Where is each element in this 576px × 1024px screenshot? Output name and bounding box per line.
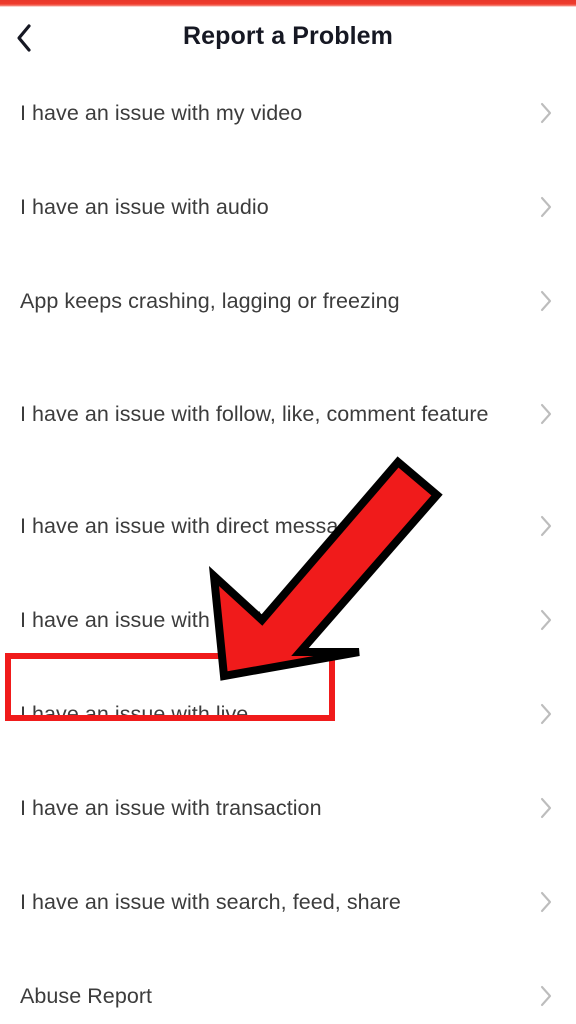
list-item-live[interactable]: I have an issue with live xyxy=(0,667,576,761)
list-item-label: App keeps crashing, lagging or freezing xyxy=(20,289,400,313)
list-item-notification[interactable]: I have an issue with notification xyxy=(0,573,576,667)
page-title: Report a Problem xyxy=(183,22,393,50)
problem-list: I have an issue with my video I have an … xyxy=(0,66,576,1024)
page-header: Report a Problem xyxy=(0,7,576,66)
list-item-label: I have an issue with live xyxy=(20,702,249,726)
chevron-right-icon xyxy=(538,701,554,727)
chevron-right-icon xyxy=(538,889,554,915)
list-item-app-crashing[interactable]: App keeps crashing, lagging or freezing xyxy=(0,254,576,348)
list-item-label: Abuse Report xyxy=(20,984,153,1008)
chevron-right-icon xyxy=(538,795,554,821)
status-bar-strip xyxy=(0,0,576,7)
chevron-right-icon xyxy=(538,513,554,539)
chevron-right-icon xyxy=(538,288,554,314)
chevron-right-icon xyxy=(538,983,554,1009)
list-item-label: I have an issue with direct message xyxy=(20,514,363,538)
list-item-direct-message[interactable]: I have an issue with direct message xyxy=(0,479,576,573)
list-item-label: I have an issue with audio xyxy=(20,195,269,219)
report-a-problem-screen: Report a Problem I have an issue with my… xyxy=(0,0,576,1024)
list-item-my-video[interactable]: I have an issue with my video xyxy=(0,66,576,160)
list-item-label: I have an issue with follow, like, comme… xyxy=(20,401,489,426)
chevron-right-icon xyxy=(538,401,554,427)
chevron-right-icon xyxy=(538,607,554,633)
chevron-right-icon xyxy=(538,194,554,220)
list-item-audio[interactable]: I have an issue with audio xyxy=(0,160,576,254)
list-item-follow-like-comment[interactable]: I have an issue with follow, like, comme… xyxy=(0,348,576,479)
list-item-abuse-report[interactable]: Abuse Report xyxy=(0,949,576,1024)
list-item-label: I have an issue with transaction xyxy=(20,796,322,820)
list-item-label: I have an issue with notification xyxy=(20,608,320,632)
list-item-search-feed-share[interactable]: I have an issue with search, feed, share xyxy=(0,855,576,949)
chevron-right-icon xyxy=(538,100,554,126)
list-item-label: I have an issue with my video xyxy=(20,101,303,125)
list-item-transaction[interactable]: I have an issue with transaction xyxy=(0,761,576,855)
list-item-label: I have an issue with search, feed, share xyxy=(20,890,401,914)
